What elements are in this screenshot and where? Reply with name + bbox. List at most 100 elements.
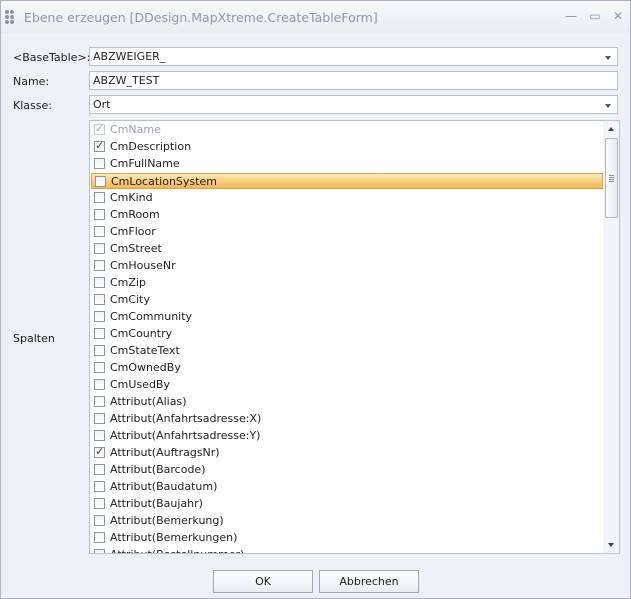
list-item[interactable]: ✓ CmKind [90, 189, 603, 206]
klasse-value: Ort [93, 98, 111, 111]
checkbox[interactable]: ✓ [94, 158, 105, 169]
list-item-label: CmZip [110, 276, 146, 289]
checkbox[interactable]: ✓ [95, 176, 106, 187]
checkbox[interactable]: ✓ [94, 464, 105, 475]
list-item[interactable]: ✓ Attribut(Anfahrtsadresse:X) [90, 410, 603, 427]
list-item[interactable]: ✓ Attribut(Bemerkungen) [90, 529, 603, 546]
scroll-down-icon[interactable] [603, 537, 619, 553]
checkbox[interactable]: ✓ [94, 396, 105, 407]
list-item-label: CmUsedBy [110, 378, 170, 391]
list-item-label: CmFloor [110, 225, 156, 238]
check-icon: ✓ [95, 445, 105, 458]
maximize-button[interactable]: ▭ [586, 7, 604, 25]
scroll-thumb[interactable] [605, 138, 618, 218]
list-item[interactable]: ✓ CmOwnedBy [90, 359, 603, 376]
list-item[interactable]: ✓ CmHouseNr [90, 257, 603, 274]
ok-button[interactable]: OK [213, 570, 313, 593]
vertical-scrollbar[interactable] [603, 121, 619, 553]
checkbox[interactable]: ✓ [94, 243, 105, 254]
chevron-down-icon[interactable] [601, 49, 615, 64]
list-item[interactable]: ✓ Attribut(Alias) [90, 393, 603, 410]
basetable-label: <BaseTable>: [13, 51, 91, 64]
chevron-down-icon[interactable] [601, 97, 615, 112]
checkbox[interactable]: ✓ [94, 294, 105, 305]
basetable-combobox[interactable]: ABZWEIGER_ [89, 47, 618, 66]
checkbox[interactable]: ✓ [94, 413, 105, 424]
list-item-label: CmCommunity [110, 310, 193, 323]
maximize-icon: ▭ [589, 9, 601, 23]
klasse-combobox[interactable]: Ort [89, 95, 618, 114]
checkbox[interactable]: ✓ [94, 260, 105, 271]
list-item[interactable]: ✓ Attribut(Baujahr) [90, 495, 603, 512]
close-icon: ✕ [612, 9, 624, 23]
checkbox[interactable]: ✓ [94, 328, 105, 339]
list-item[interactable]: ✓ CmCountry [90, 325, 603, 342]
checkbox[interactable]: ✓ [94, 345, 105, 356]
window-title: Ebene erzeugen [DDesign.MapXtreme.Create… [24, 10, 378, 25]
list-item[interactable]: ✓ CmLocationSystem [91, 173, 603, 189]
list-item-label: CmHouseNr [110, 259, 176, 272]
close-button[interactable]: ✕ [609, 7, 627, 25]
list-item-label: CmStreet [110, 242, 162, 255]
columns-checklist[interactable]: ✓ CmName ✓ CmDescription ✓ CmFullName ✓ CmLocat… [89, 120, 620, 554]
list-item[interactable]: ✓ Attribut(AuftragsNr) [90, 444, 603, 461]
checkbox[interactable]: ✓ [94, 515, 105, 526]
list-item[interactable]: ✓ Attribut(Bemerkung) [90, 512, 603, 529]
checkbox[interactable]: ✓ [94, 549, 105, 553]
list-item[interactable]: ✓ CmFloor [90, 223, 603, 240]
list-item[interactable]: ✓ Attribut(Baudatum) [90, 478, 603, 495]
scroll-up-icon[interactable] [603, 121, 619, 137]
list-item-label: Attribut(Anfahrtsadresse:X) [110, 412, 262, 425]
checkbox[interactable]: ✓ [94, 311, 105, 322]
name-input[interactable]: ABZW_TEST [89, 71, 618, 90]
list-item-label: Attribut(Barcode) [110, 463, 206, 476]
list-item-label: CmDescription [110, 140, 192, 153]
checkbox[interactable]: ✓ [94, 192, 105, 203]
list-item-label: Attribut(Bestellnummer) [110, 548, 244, 553]
list-item[interactable]: ✓ CmCity [90, 291, 603, 308]
list-item[interactable]: ✓ CmFullName [90, 155, 603, 172]
list-item[interactable]: ✓ CmUsedBy [90, 376, 603, 393]
klasse-label: Klasse: [13, 99, 52, 112]
list-item[interactable]: ✓ CmStateText [90, 342, 603, 359]
list-item[interactable]: ✓ Attribut(Bestellnummer) [90, 546, 603, 553]
checkbox[interactable]: ✓ [94, 139, 105, 152]
list-item[interactable]: ✓ CmDescription [90, 138, 603, 155]
name-label: Name: [13, 75, 50, 88]
checkbox[interactable]: ✓ [94, 498, 105, 509]
checkbox[interactable]: ✓ [94, 209, 105, 220]
app-icon [5, 10, 19, 24]
minimize-icon: — [565, 9, 577, 23]
list-item[interactable]: ✓ Attribut(Barcode) [90, 461, 603, 478]
list-item-label: Attribut(Bemerkung) [110, 514, 224, 527]
checkbox[interactable]: ✓ [94, 362, 105, 373]
list-item-label: Attribut(Baudatum) [110, 480, 218, 493]
list-item[interactable]: ✓ CmCommunity [90, 308, 603, 325]
list-item-label: CmCountry [110, 327, 173, 340]
basetable-value: ABZWEIGER_ [93, 50, 166, 63]
list-item-label: CmKind [110, 191, 153, 204]
checkbox[interactable]: ✓ [94, 445, 105, 458]
checkbox[interactable]: ✓ [94, 277, 105, 288]
checkbox[interactable]: ✓ [94, 481, 105, 492]
list-item[interactable]: ✓ CmStreet [90, 240, 603, 257]
checkbox: ✓ [94, 122, 105, 135]
list-item-label: Attribut(Alias) [110, 395, 187, 408]
checkbox[interactable]: ✓ [94, 532, 105, 543]
list-item-label: Attribut(Baujahr) [110, 497, 203, 510]
list-item-label: Attribut(Bemerkungen) [110, 531, 238, 544]
create-table-dialog: Ebene erzeugen [DDesign.MapXtreme.Create… [0, 0, 631, 599]
list-item[interactable]: ✓ Attribut(Anfahrtsadresse:Y) [90, 427, 603, 444]
list-item-label: CmCity [110, 293, 150, 306]
list-item[interactable]: ✓ CmName [90, 121, 603, 138]
list-item[interactable]: ✓ CmZip [90, 274, 603, 291]
minimize-button[interactable]: — [562, 7, 580, 25]
checkbox[interactable]: ✓ [94, 226, 105, 237]
list-item-label: CmOwnedBy [110, 361, 181, 374]
list-item[interactable]: ✓ CmRoom [90, 206, 603, 223]
cancel-button[interactable]: Abbrechen [319, 570, 419, 593]
checkbox[interactable]: ✓ [94, 430, 105, 441]
list-item-label: Attribut(AuftragsNr) [110, 446, 220, 459]
title-bar: Ebene erzeugen [DDesign.MapXtreme.Create… [1, 1, 630, 33]
checkbox[interactable]: ✓ [94, 379, 105, 390]
